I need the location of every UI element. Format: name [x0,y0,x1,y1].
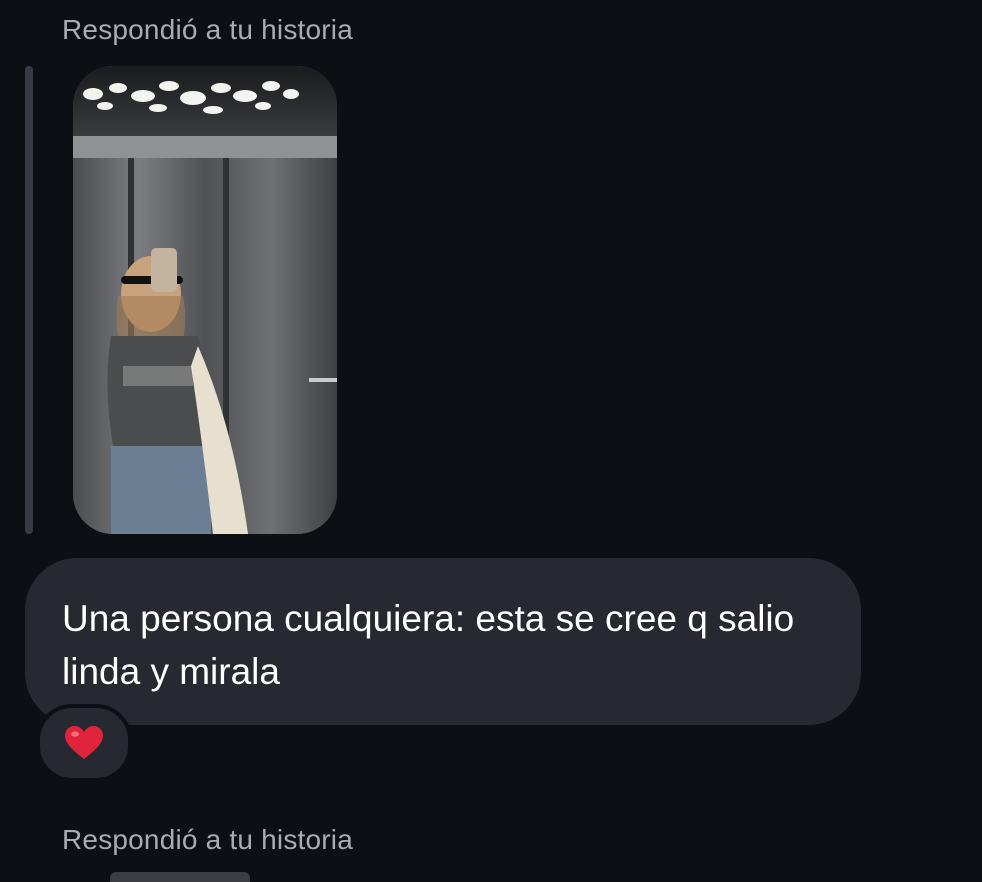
reply-label: Respondió a tu historia [62,14,353,45]
message-text: Una persona cualquiera: esta se cree q s… [62,598,795,692]
message-bubble[interactable]: Una persona cualquiera: esta se cree q s… [25,558,861,725]
reply-label: Respondió a tu historia [62,824,353,855]
next-story-thumbnail[interactable] [110,872,250,882]
heart-icon [64,725,104,761]
story-quote-bar [25,66,33,534]
reaction-badge[interactable] [36,704,132,782]
story-thumbnail[interactable] [73,66,337,534]
